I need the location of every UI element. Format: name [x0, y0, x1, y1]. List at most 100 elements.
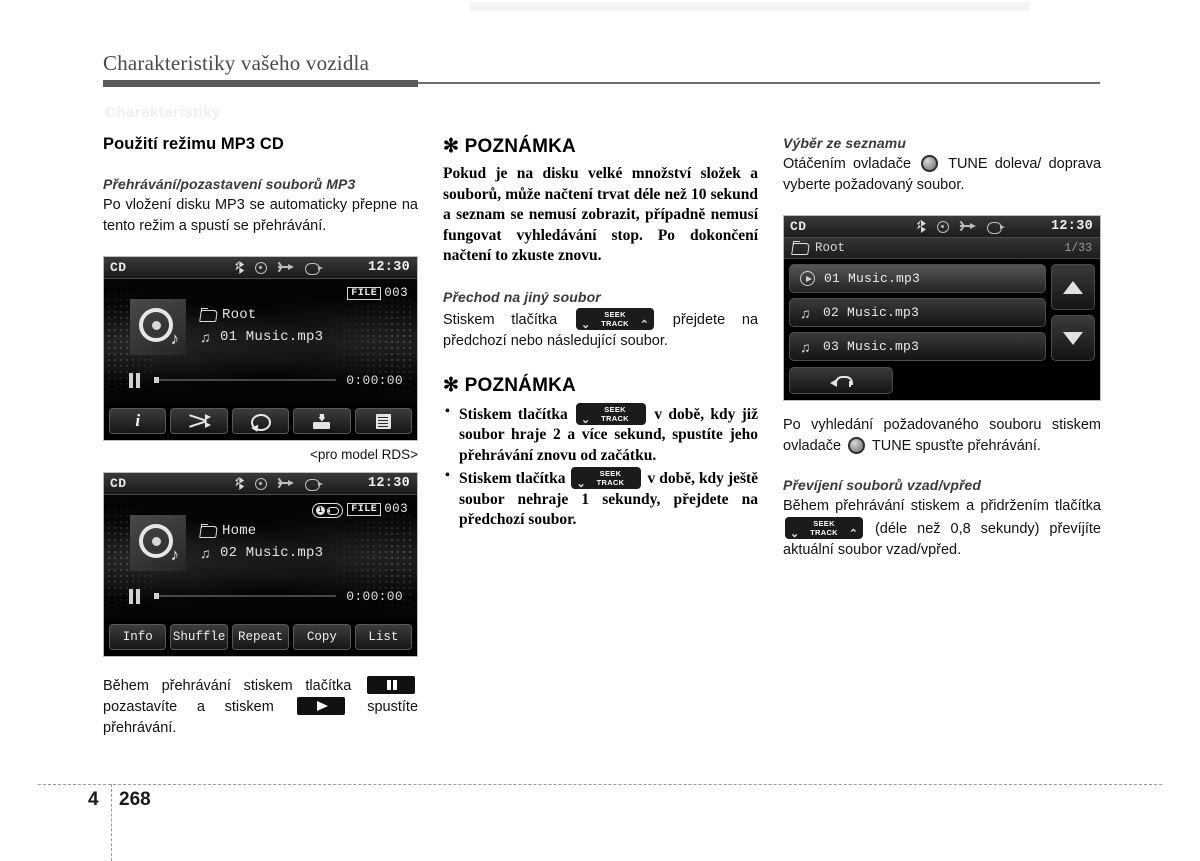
file-number: 003	[384, 286, 408, 300]
screen-mp3-playback-rds[interactable]: CD 12:30 FILE 003 ♪ Root ♫ 01 Music.mp3 …	[103, 256, 418, 441]
aux-plug-icon	[305, 262, 324, 275]
screen-body: 1 FILE 003 ♪ Home ♫ 02 Music.mp3 0:00:00	[104, 495, 417, 620]
seek-track-button[interactable]: ⌄ SEEK TRACK ⌃	[576, 307, 654, 331]
list-item[interactable]: 01 Music.mp3	[789, 264, 1046, 293]
seek-track-button[interactable]: ⌄ SEEK TRACK	[576, 402, 647, 426]
list-item-label: 01 Music.mp3	[824, 271, 921, 286]
column-right: Výběr ze seznamu Otáčením ovladače TUNE …	[783, 135, 1101, 561]
tune-select-text-a: Otáčením ovladače	[783, 156, 912, 172]
list-item[interactable]: ♫ 03 Music.mp3	[789, 332, 1046, 361]
screen-button-row: i	[104, 404, 417, 440]
note-bullet-1: Stiskem tlačítka ⌄ SEEKTRACK v době, kdy…	[443, 402, 758, 467]
track-name: 01 Music.mp3	[220, 329, 324, 345]
progress-bar[interactable]	[154, 377, 337, 383]
list-button[interactable]: List	[354, 624, 413, 650]
usb-icon	[277, 261, 295, 273]
screen-body: FILE 003 ♪ Root ♫ 01 Music.mp3 0:00:00	[104, 279, 417, 404]
shuffle-button[interactable]: Shuffle	[170, 624, 228, 650]
page-number: 268	[119, 789, 151, 810]
caption-rds-model: <pro model RDS>	[309, 447, 418, 462]
shuffle-icon	[188, 414, 212, 428]
music-note-icon: ♫	[800, 304, 811, 321]
header-rule-accent	[103, 80, 418, 87]
tune-knob-icon	[848, 437, 866, 454]
chevron-up-icon: ⌃	[639, 318, 649, 331]
repeat-loop-icon	[327, 506, 339, 515]
list-icon	[375, 413, 391, 429]
list-item[interactable]: ♫ 02 Music.mp3	[789, 298, 1046, 327]
inline-play-button[interactable]	[296, 697, 345, 715]
tune-press-text-b: TUNE spusťte přehrávání.	[871, 438, 1041, 454]
chevron-up-icon: ⌃	[848, 528, 858, 540]
track-metadata: Root ♫ 01 Music.mp3	[200, 307, 323, 351]
column-left: Použití režimu MP3 CD Přehrávání/pozasta…	[103, 135, 418, 739]
pause-icon	[128, 372, 144, 388]
status-icon-group	[235, 477, 324, 491]
track-name: 02 Music.mp3	[220, 545, 324, 561]
play-circle-icon	[800, 271, 815, 286]
seek-track-button[interactable]: ⌄ SEEK TRACK	[571, 467, 642, 490]
list-item-label: 02 Music.mp3	[823, 305, 920, 320]
copy-button[interactable]: Copy	[293, 624, 351, 650]
screen-file-list[interactable]: CD 12:30 Root 1/33 01 Music.mp3 ♫ 02 Mus…	[783, 215, 1101, 401]
copy-button[interactable]	[293, 408, 351, 434]
source-label: CD	[110, 476, 127, 491]
cd-music-icon: ♪	[139, 524, 179, 563]
disc-icon	[255, 261, 268, 274]
chapter-number: 4	[88, 789, 99, 810]
status-icon-group	[916, 220, 1005, 234]
shuffle-button[interactable]	[170, 408, 228, 434]
footer-vertical-divider	[111, 784, 112, 861]
list-button[interactable]	[354, 408, 413, 434]
status-bar: CD 12:30	[104, 257, 417, 279]
section-heading: Použití režimu MP3 CD	[103, 135, 284, 153]
usb-icon	[959, 220, 976, 232]
paragraph-track-change: Stiskem tlačítka ⌄ SEEK TRACK ⌃ přejdete …	[443, 307, 758, 352]
status-bar: CD 12:30	[104, 473, 417, 495]
file-label: FILE	[347, 502, 382, 516]
elapsed-time: 0:00:00	[346, 372, 403, 388]
pause-play-text-b: pozastavíte a stiskem	[103, 699, 274, 715]
disc-icon	[936, 220, 949, 233]
status-icon-group	[235, 261, 324, 275]
scroll-down-button[interactable]	[1051, 315, 1095, 361]
usb-icon	[277, 477, 295, 489]
clock: 12:30	[1050, 219, 1093, 234]
source-label: CD	[790, 219, 807, 234]
seek-track-button[interactable]: ⌄ SEEK TRACK ⌃	[785, 517, 863, 540]
file-badge: FILE 003	[347, 502, 408, 516]
folder-icon	[200, 308, 216, 321]
screen-mp3-playback-text[interactable]: CD 12:30 1 FILE 003 ♪ Home ♫ 02 Music.mp…	[103, 472, 418, 657]
cd-music-icon: ♪	[139, 308, 179, 347]
aux-plug-icon	[986, 221, 1005, 234]
track-change-text-a: Stiskem tlačítka	[443, 311, 558, 328]
list-header: Root 1/33	[784, 238, 1100, 259]
info-button[interactable]: i	[109, 408, 167, 434]
list-page-counter: 1/33	[1064, 241, 1092, 255]
repeat-button[interactable]: Repeat	[231, 624, 290, 650]
repeat-one-number: 1	[316, 506, 325, 515]
top-artifact-band	[470, 2, 1030, 11]
clock: 12:30	[367, 260, 410, 275]
note-bullet-2: Stiskem tlačítka ⌄ SEEKTRACK v době, kdy…	[443, 466, 758, 531]
chapter-title: Charakteristiky vašeho vozidla	[103, 51, 370, 75]
progress-bar[interactable]	[154, 593, 337, 599]
note-bullet-list: Stiskem tlačítka ⌄ SEEKTRACK v době, kdy…	[443, 402, 758, 531]
disc-icon	[255, 477, 268, 490]
info-button[interactable]: Info	[109, 624, 167, 650]
file-badge: FILE 003	[347, 286, 408, 300]
repeat-one-indicator: 1	[312, 503, 343, 518]
elapsed-time: 0:00:00	[346, 588, 403, 604]
footer-divider	[38, 784, 1162, 785]
back-button[interactable]	[789, 367, 893, 394]
scroll-up-button[interactable]	[1051, 264, 1095, 310]
file-label: FILE	[347, 286, 382, 300]
paragraph-fast-forward: Během přehrávání stiskem a přidržením tl…	[783, 496, 1101, 561]
arrow-down-icon	[1063, 331, 1083, 345]
screen-button-row: Info Shuffle Repeat Copy List	[104, 620, 417, 656]
track-metadata: Home ♫ 02 Music.mp3	[200, 523, 323, 567]
repeat-button[interactable]	[231, 408, 290, 434]
inline-pause-button[interactable]	[367, 676, 415, 694]
list-items: 01 Music.mp3 ♫ 02 Music.mp3 ♫ 03 Music.m…	[789, 264, 1046, 361]
aux-plug-icon	[305, 478, 324, 491]
